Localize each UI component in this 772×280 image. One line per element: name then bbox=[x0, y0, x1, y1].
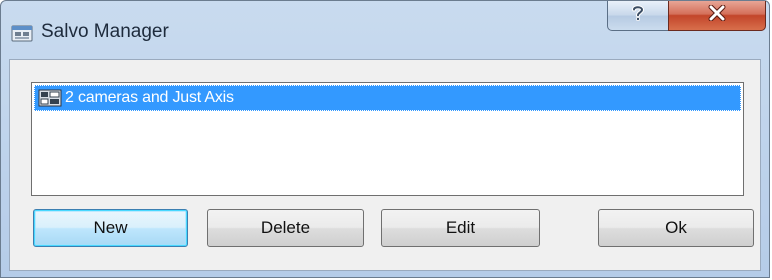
salvo-manager-window: Salvo Manager 2 cameras and Just Axis Ne… bbox=[0, 0, 770, 278]
delete-button[interactable]: Delete bbox=[207, 209, 364, 247]
list-item-label: 2 cameras and Just Axis bbox=[65, 89, 234, 106]
help-button[interactable] bbox=[607, 1, 669, 31]
new-button[interactable]: New bbox=[33, 209, 188, 247]
edit-button[interactable]: Edit bbox=[381, 209, 540, 247]
list-item-selected[interactable]: 2 cameras and Just Axis bbox=[34, 85, 741, 111]
title-bar[interactable]: Salvo Manager bbox=[1, 1, 769, 59]
close-button[interactable] bbox=[668, 1, 766, 31]
ok-button[interactable]: Ok bbox=[598, 209, 754, 247]
salvo-manager-icon bbox=[11, 23, 33, 43]
question-mark-icon bbox=[630, 4, 646, 27]
salvo-list[interactable]: 2 cameras and Just Axis bbox=[31, 82, 744, 196]
camera-group-icon bbox=[38, 88, 62, 108]
window-title: Salvo Manager bbox=[41, 21, 169, 42]
close-x-icon bbox=[707, 4, 727, 26]
dialog-client-area: 2 cameras and Just Axis New Delete Edit … bbox=[9, 59, 761, 271]
